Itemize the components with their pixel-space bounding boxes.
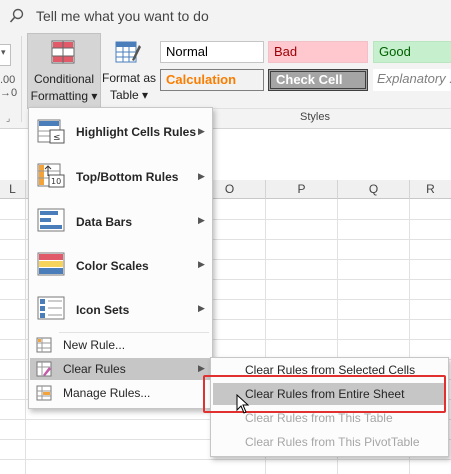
menu-item-label: Highlight Cells Rules bbox=[76, 125, 197, 139]
menu-item-new-rule[interactable]: New Rule... bbox=[30, 334, 211, 356]
dialog-launcher-icon[interactable]: ⌟ bbox=[6, 113, 10, 124]
top-bottom-rules-icon: 10 bbox=[37, 163, 65, 188]
column-header-p[interactable]: P bbox=[266, 180, 338, 199]
clear-rules-icon bbox=[36, 361, 52, 377]
conditional-formatting-icon bbox=[51, 40, 75, 64]
svg-text:10: 10 bbox=[51, 177, 61, 186]
column-header-r[interactable]: R bbox=[410, 180, 451, 199]
group-separator bbox=[21, 36, 22, 122]
style-explanatory[interactable]: Explanatory ... bbox=[373, 69, 451, 91]
submenu-arrow-icon: ▶ bbox=[198, 126, 205, 136]
color-scales-icon bbox=[37, 252, 65, 276]
tell-me-search-box[interactable]: Tell me what you want to do bbox=[36, 8, 209, 24]
submenu-arrow-icon: ▶ bbox=[198, 215, 205, 225]
menu-separator bbox=[59, 332, 209, 333]
number-format-dropdown[interactable] bbox=[0, 44, 11, 66]
menu-item-highlight-cells-rules[interactable]: ≤ Highlight Cells Rules ▶ bbox=[30, 113, 211, 151]
submenu-arrow-icon: ▶ bbox=[198, 363, 205, 373]
submenu-arrow-icon: ▶ bbox=[198, 303, 205, 313]
format-as-table-button[interactable]: Format as Table ▾ bbox=[101, 33, 157, 107]
menu-item-label: New Rule... bbox=[63, 338, 126, 352]
submenu-arrow-icon: ▶ bbox=[198, 171, 205, 181]
menu-item-label: Clear Rules bbox=[63, 362, 126, 376]
new-rule-icon bbox=[36, 337, 52, 353]
icon-sets-icon bbox=[37, 296, 65, 320]
menu-item-color-scales[interactable]: Color Scales ▶ bbox=[30, 246, 211, 284]
data-bars-icon bbox=[37, 208, 65, 232]
manage-rules-icon bbox=[36, 385, 52, 401]
format-as-table-label-2: Table ▾ bbox=[109, 88, 149, 102]
style-calculation[interactable]: Calculation bbox=[160, 69, 264, 91]
highlight-cells-rules-icon: ≤ bbox=[37, 119, 65, 144]
menu-item-icon-sets[interactable]: Icon Sets ▶ bbox=[30, 290, 211, 328]
menu-item-label: Color Scales bbox=[76, 259, 149, 273]
style-check-cell[interactable]: Check Cell bbox=[268, 69, 368, 91]
menu-item-clear-rules[interactable]: Clear Rules ▶ bbox=[30, 358, 211, 380]
menu-item-top-bottom-rules[interactable]: 10 Top/Bottom Rules ▶ bbox=[30, 157, 211, 195]
grid-line bbox=[25, 199, 26, 474]
conditional-formatting-button[interactable]: Conditional Formatting ▾ bbox=[27, 33, 101, 109]
submenu-item-clear-this-pivottable[interactable]: Clear Rules from This PivotTable bbox=[213, 431, 444, 453]
decimal-buttons[interactable]: .00 →0 bbox=[0, 74, 17, 100]
menu-item-label: Icon Sets bbox=[76, 303, 130, 317]
svg-text:≤: ≤ bbox=[53, 133, 61, 143]
increase-decimal-label[interactable]: .00 bbox=[0, 74, 17, 87]
menu-item-data-bars[interactable]: Data Bars ▶ bbox=[30, 202, 211, 240]
conditional-formatting-menu: ≤ Highlight Cells Rules ▶ 10 Top/Bottom … bbox=[28, 107, 213, 409]
mouse-cursor-icon bbox=[236, 394, 250, 414]
conditional-formatting-label-2: Formatting ▾ bbox=[30, 89, 98, 103]
menu-item-label: Data Bars bbox=[76, 215, 133, 229]
decrease-decimal-label[interactable]: →0 bbox=[0, 87, 17, 100]
format-as-table-label: Format as bbox=[101, 71, 156, 85]
grid-line bbox=[0, 459, 451, 460]
column-header-q[interactable]: Q bbox=[338, 180, 410, 199]
conditional-formatting-label: Conditional bbox=[33, 72, 95, 86]
menu-item-label: Top/Bottom Rules bbox=[76, 170, 179, 184]
search-icon bbox=[9, 8, 24, 23]
menu-item-manage-rules[interactable]: Manage Rules... bbox=[30, 382, 211, 404]
style-good[interactable]: Good bbox=[373, 41, 451, 63]
styles-group-label: Styles bbox=[300, 111, 330, 123]
column-header-l[interactable]: L bbox=[0, 180, 26, 199]
menu-item-label: Manage Rules... bbox=[63, 386, 151, 400]
style-bad[interactable]: Bad bbox=[268, 41, 368, 63]
style-normal[interactable]: Normal bbox=[160, 41, 264, 63]
submenu-arrow-icon: ▶ bbox=[198, 259, 205, 269]
format-as-table-icon bbox=[115, 41, 141, 63]
